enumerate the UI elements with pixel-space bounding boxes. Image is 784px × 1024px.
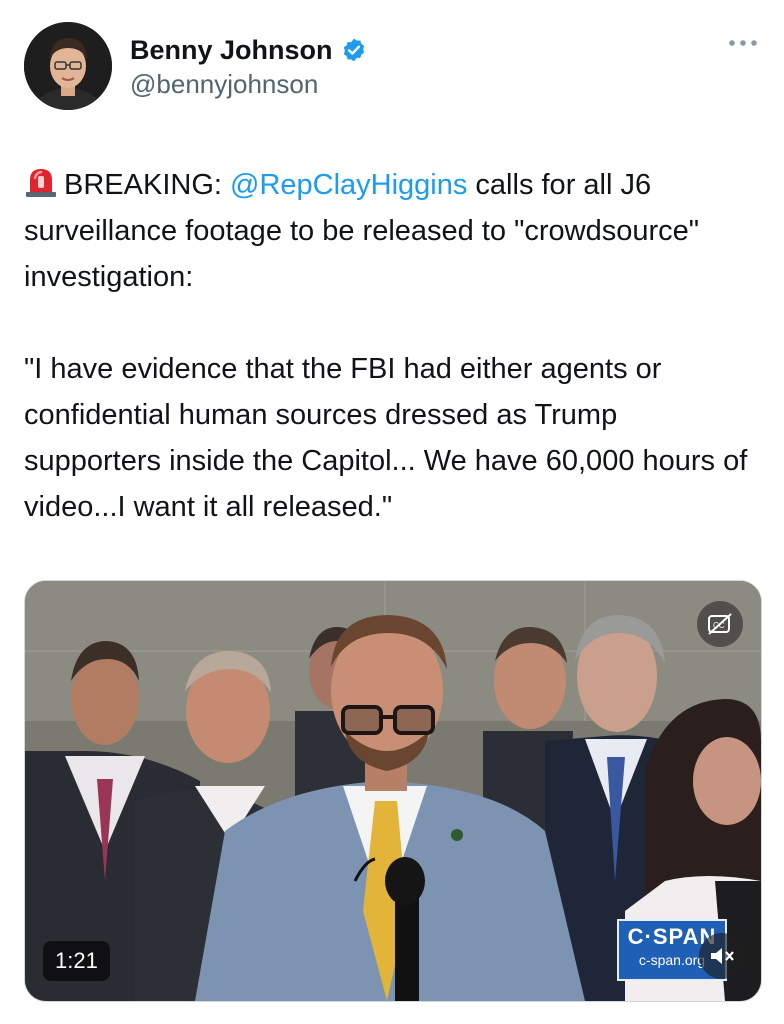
tweet-paragraph-1: BREAKING: @RepClayHiggins calls for all … [24,162,754,300]
captions-button[interactable]: CC [697,601,743,647]
captions-off-icon: CC [708,613,732,635]
muted-speaker-icon [711,948,734,964]
tweet-text: BREAKING: @RepClayHiggins calls for all … [24,162,754,530]
avatar-photo [24,22,112,110]
more-icon[interactable] [728,38,758,48]
mute-button[interactable] [699,933,745,979]
author-handle[interactable]: @bennyjohnson [130,66,367,102]
verified-badge-icon [343,38,364,62]
author-names: Benny Johnson @bennyjohnson [130,34,367,102]
video-duration: 1:21 [43,941,110,981]
avatar[interactable] [24,22,112,110]
display-name-text[interactable]: Benny Johnson [130,34,333,66]
mention-link[interactable]: @RepClayHiggins [230,169,467,201]
breaking-label: BREAKING: [64,169,230,201]
author-display-name[interactable]: Benny Johnson [130,34,367,66]
tweet-header: Benny Johnson @bennyjohnson [24,22,764,118]
video-player[interactable]: CC 1:21 C·SPAN c-span.org [24,580,762,1002]
tweet-quote: "I have evidence that the FBI had either… [24,353,748,523]
siren-emoji [26,169,56,197]
